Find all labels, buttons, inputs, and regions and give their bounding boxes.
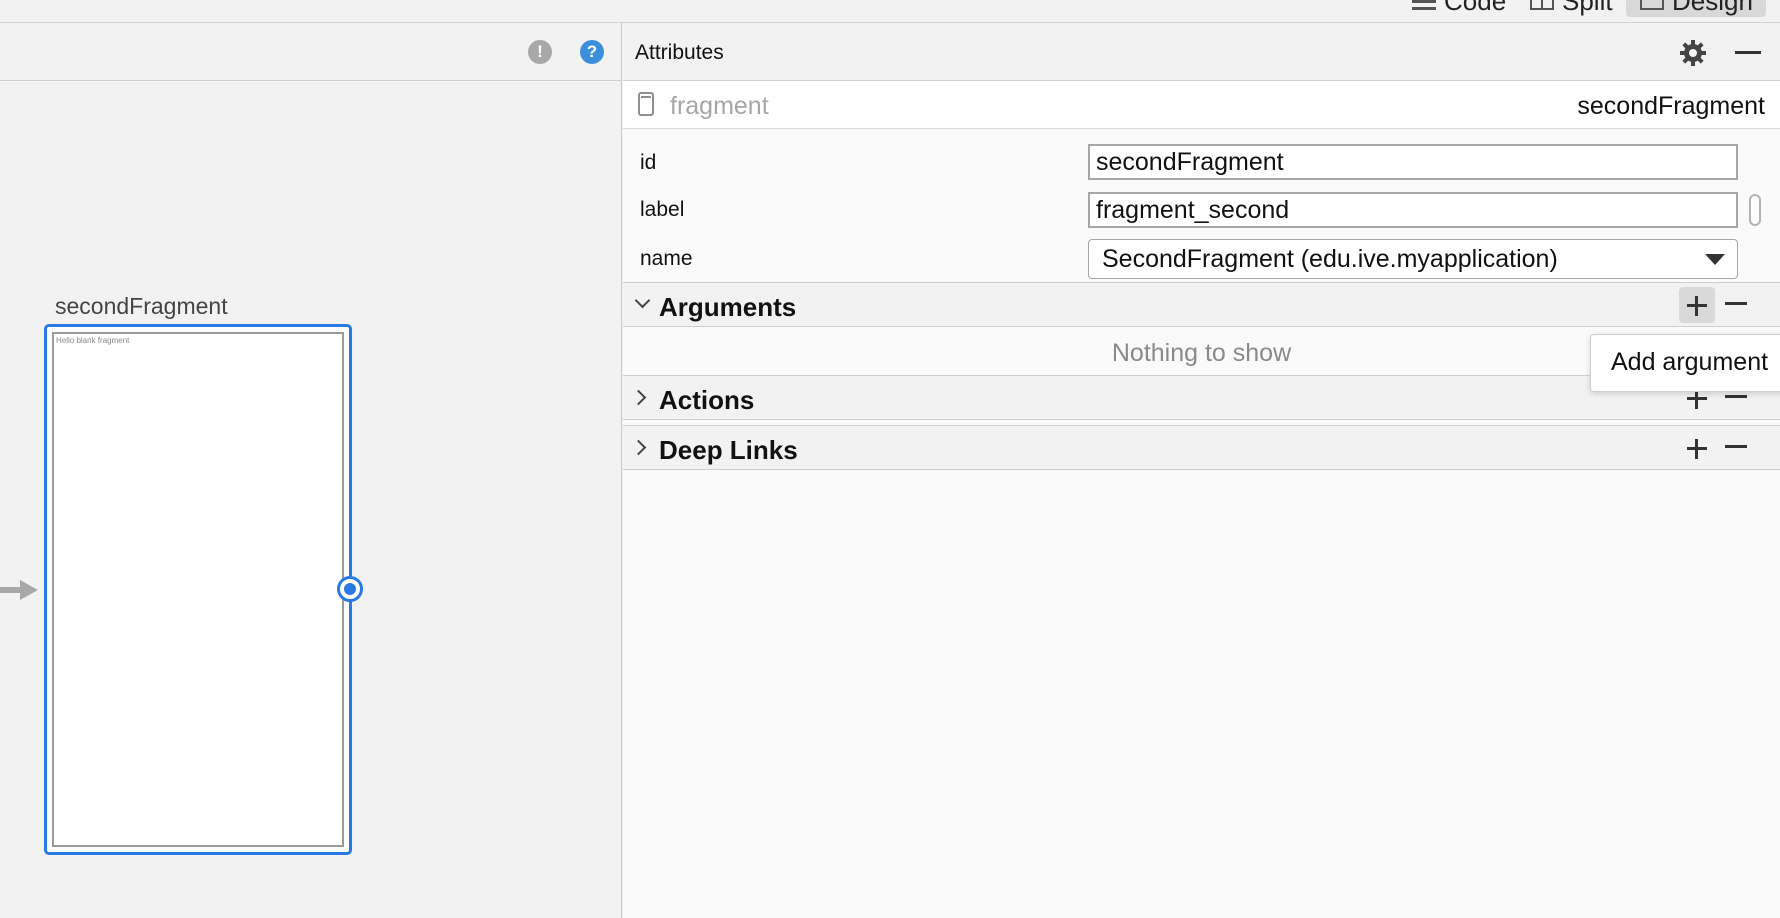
component-header: fragment secondFragment — [623, 81, 1780, 129]
chevron-right-icon — [630, 439, 647, 456]
remove-deep-link-button[interactable] — [1725, 445, 1747, 448]
arguments-section[interactable]: Arguments — [623, 282, 1780, 327]
help-icon[interactable]: ? — [580, 40, 604, 64]
app-window: Code Split Design ! ? secondFragment Hel… — [0, 0, 1780, 918]
destination-second-fragment[interactable]: Hello blank fragment — [44, 324, 352, 855]
label-input[interactable] — [1088, 192, 1738, 228]
nav-graph-canvas[interactable]: ! ? secondFragment Hello blank fragment — [0, 23, 622, 918]
name-select-value: SecondFragment (edu.ive.myapplication) — [1102, 245, 1558, 273]
add-argument-menu-item[interactable]: Add argument — [1611, 348, 1768, 377]
fragment-icon — [638, 92, 654, 116]
split-icon — [1530, 0, 1554, 10]
attributes-panel: Attributes fragment secondFragment id se… — [623, 23, 1780, 918]
view-mode-bar: Code Split Design — [0, 0, 1780, 23]
name-label: name — [640, 247, 693, 270]
split-view-label: Split — [1562, 0, 1613, 16]
hide-panel-icon[interactable] — [1735, 51, 1761, 54]
destination-preview: Hello blank fragment — [52, 332, 344, 847]
design-view-label: Design — [1672, 0, 1753, 16]
warning-icon[interactable]: ! — [528, 40, 552, 64]
action-drag-handle[interactable] — [337, 576, 363, 602]
remove-argument-button[interactable] — [1725, 302, 1747, 305]
code-view-button[interactable]: Code — [1412, 0, 1506, 16]
attributes-header: Attributes — [623, 23, 1780, 81]
label-label: label — [640, 198, 685, 221]
component-type: fragment — [670, 92, 769, 120]
actions-title: Actions — [659, 385, 755, 415]
add-deep-link-button[interactable] — [1679, 430, 1715, 466]
gear-icon[interactable] — [1679, 39, 1707, 67]
name-select[interactable]: SecondFragment (edu.ive.myapplication) — [1088, 239, 1738, 279]
remove-action-button[interactable] — [1725, 395, 1747, 398]
canvas-toolbar: ! ? — [0, 23, 622, 81]
add-argument-popup[interactable]: Add argument — [1590, 334, 1780, 392]
code-icon — [1412, 0, 1436, 10]
attributes-title: Attributes — [635, 41, 724, 64]
deep-links-title: Deep Links — [659, 435, 798, 465]
chevron-down-icon — [634, 292, 651, 309]
design-view-button[interactable]: Design — [1626, 0, 1766, 17]
scrollbar[interactable] — [1749, 194, 1761, 226]
chevron-right-icon — [630, 389, 647, 406]
dropdown-arrow-icon — [1705, 254, 1725, 265]
add-argument-button[interactable] — [1679, 287, 1715, 323]
incoming-action-arrow-icon — [0, 580, 38, 600]
preview-text: Hello blank fragment — [56, 336, 130, 345]
deep-links-section[interactable]: Deep Links — [623, 425, 1780, 470]
destination-label: secondFragment — [55, 293, 228, 319]
id-input[interactable] — [1088, 144, 1738, 180]
design-icon — [1640, 0, 1664, 10]
split-view-button[interactable]: Split — [1530, 0, 1613, 16]
id-label: id — [640, 151, 657, 174]
component-id: secondFragment — [1577, 92, 1765, 120]
arguments-title: Arguments — [659, 292, 797, 322]
code-view-label: Code — [1444, 0, 1507, 16]
